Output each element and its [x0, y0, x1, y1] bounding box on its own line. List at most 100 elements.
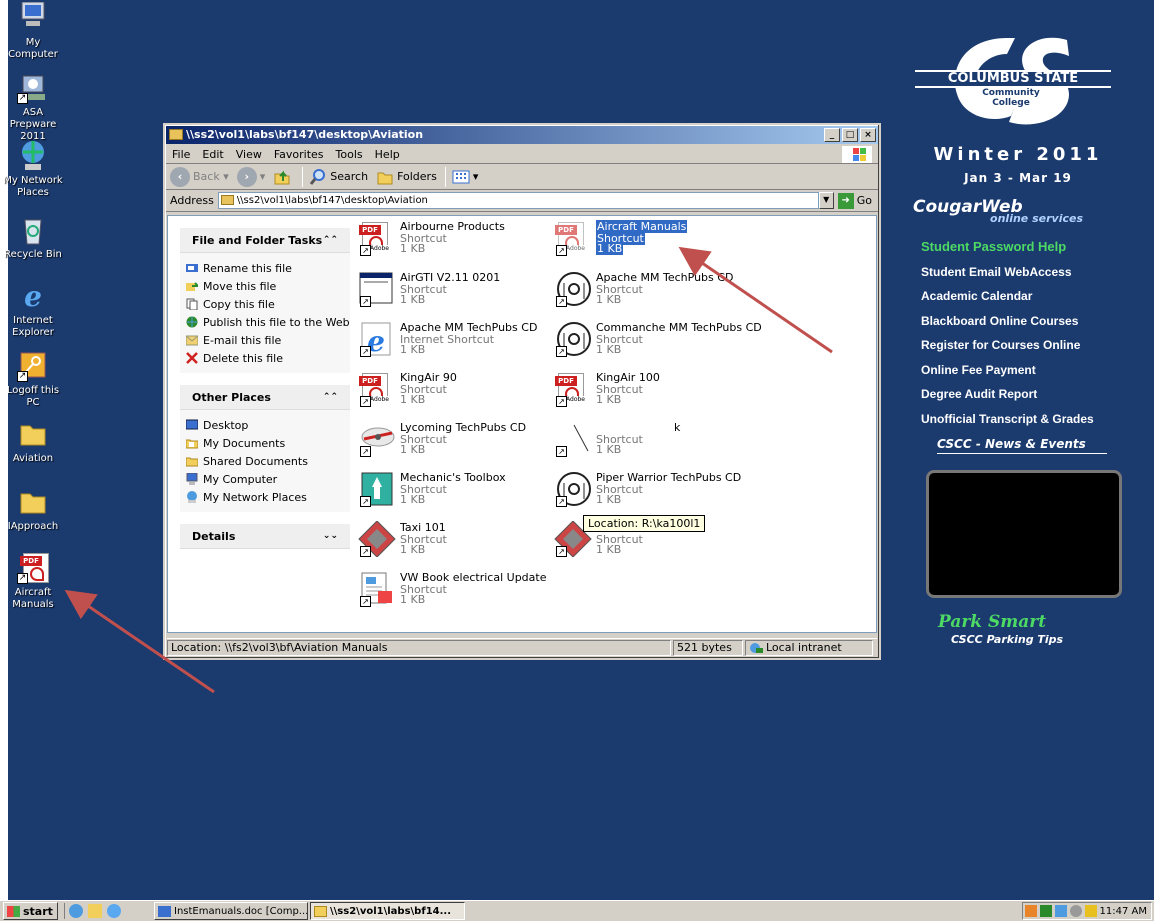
- file-item[interactable]: PDF Adobe ↗ Airbourne Products Shortcut 1 …: [358, 220, 548, 268]
- views-button[interactable]: ▾: [452, 168, 478, 186]
- cougarweb-links: Student Password Help Student Email WebA…: [913, 235, 1123, 431]
- file-item[interactable]: ↗ Apache MM TechPubs CD Shortcut 1 KB: [554, 271, 744, 319]
- task-delete[interactable]: Delete this file: [186, 349, 350, 367]
- menu-tools[interactable]: Tools: [336, 148, 363, 161]
- file-item-selected[interactable]: PDF Adobe ↗ Aircraft Manuals Shortcut 1 KB: [554, 220, 744, 268]
- email-icon: [186, 335, 198, 346]
- tray-network-icon[interactable]: [1054, 905, 1067, 917]
- menu-favorites[interactable]: Favorites: [274, 148, 324, 161]
- desktop-icon-aircraft-manuals[interactable]: PDF ↗ Aircraft Manuals: [0, 552, 66, 611]
- place-desktop[interactable]: Desktop: [186, 416, 350, 434]
- back-arrow-icon: ‹: [170, 166, 190, 187]
- menu-view[interactable]: View: [236, 148, 262, 161]
- link-student-password-help: Student Password Help: [921, 239, 1067, 254]
- task-pane: File and Folder Tasks ⌃⌃ Rename this fil…: [168, 216, 350, 632]
- maximize-button[interactable]: □: [842, 128, 858, 142]
- link-academic-calendar: Academic Calendar: [921, 289, 1033, 303]
- task-copy[interactable]: Copy this file: [186, 295, 350, 313]
- other-places-header[interactable]: Other Places ⌃⌃: [180, 385, 350, 410]
- explorer-folder-icon[interactable]: [88, 904, 102, 918]
- taskbar-button-word-doc[interactable]: InstEmanuals.doc [Comp...: [154, 902, 308, 920]
- details-header[interactable]: Details ⌄⌄: [180, 524, 350, 549]
- search-icon: [310, 168, 326, 185]
- folders-button[interactable]: Folders: [376, 168, 437, 186]
- cscc-logo: COLUMBUS STATE Community College: [913, 30, 1111, 130]
- pdf-icon: PDF Adobe ↗: [554, 220, 592, 256]
- internet-explorer-icon[interactable]: [107, 904, 121, 918]
- show-desktop-icon[interactable]: [69, 904, 83, 918]
- pdf-icon: PDF Adobe ↗: [358, 220, 396, 256]
- status-size: 521 bytes: [673, 639, 743, 656]
- file-folder-tasks-header[interactable]: File and Folder Tasks ⌃⌃: [180, 228, 350, 253]
- forward-button[interactable]: › ▾: [236, 166, 265, 187]
- folders-icon: [377, 172, 393, 184]
- file-item[interactable]: ↗ Piper Warrior TechPubs CD Shortcut 1 K…: [554, 471, 744, 519]
- quick-launch: [64, 903, 126, 919]
- file-item[interactable]: ↗ Taxi 101 Shortcut 1 KB: [358, 520, 548, 569]
- up-folder-button[interactable]: [273, 168, 294, 186]
- task-email[interactable]: E-mail this file: [186, 331, 350, 349]
- video-box: [926, 470, 1122, 598]
- place-shared-documents[interactable]: Shared Documents: [186, 452, 350, 470]
- up-folder-icon: [274, 170, 290, 184]
- file-item[interactable]: ↗ Lycoming TechPubs CD Shortcut 1 KB: [358, 421, 548, 469]
- menu-file[interactable]: File: [172, 148, 190, 161]
- cd-icon: ↗: [554, 471, 592, 507]
- diamond-icon: ↗: [358, 520, 396, 558]
- task-move[interactable]: Move this file: [186, 277, 350, 295]
- file-item[interactable]: PDF Adobe ↗ KingAir 90 Shortcut 1 KB: [358, 371, 548, 419]
- minimize-button[interactable]: _: [824, 128, 840, 142]
- link-unofficial-transcript: Unofficial Transcript & Grades: [921, 411, 1094, 426]
- file-item[interactable]: PDF Adobe ↗ KingAir 100 Shortcut 1 KB: [554, 371, 744, 419]
- system-tray: 11:47 AM: [1022, 902, 1152, 920]
- desktop-icon-aviation[interactable]: Aviation: [0, 418, 66, 465]
- file-item[interactable]: ↗ Mechanic's Toolbox Shortcut 1 KB: [358, 471, 548, 519]
- task-publish[interactable]: Publish this file to the Web: [186, 313, 350, 331]
- explorer-window[interactable]: \\ss2\vol1\labs\bf147\desktop\Aviation _…: [163, 123, 881, 660]
- tray-shield-icon[interactable]: [1039, 905, 1052, 917]
- file-item[interactable]: ↗ Commanche MM TechPubs CD Shortcut 1 KB: [554, 321, 762, 369]
- menu-help[interactable]: Help: [375, 148, 400, 161]
- address-label: Address: [170, 194, 214, 207]
- task-rename[interactable]: Rename this file: [186, 259, 350, 277]
- address-dropdown-button[interactable]: ▼: [818, 192, 834, 209]
- file-item[interactable]: e ↗ Apache MM TechPubs CD Internet Shortc…: [358, 321, 548, 369]
- taskbar-button-explorer[interactable]: \\ss2\vol1\labs\bf14...: [310, 902, 465, 920]
- desktop-icon: [186, 419, 198, 430]
- tray-volume-icon[interactable]: [1069, 905, 1082, 917]
- other-places-panel: Other Places ⌃⌃ Desktop My Documents Sha…: [180, 385, 350, 512]
- desktop-icon-recycle-bin[interactable]: Recycle Bin: [0, 214, 66, 261]
- address-input[interactable]: \\ss2\vol1\labs\bf147\desktop\Aviation: [217, 192, 819, 209]
- desktop-icon-asa-prepware[interactable]: ↗ ASA Prepware 2011: [0, 72, 66, 143]
- details-panel: Details ⌄⌄: [180, 524, 350, 549]
- start-button[interactable]: start: [3, 902, 58, 920]
- go-button[interactable]: ➜ Go: [837, 192, 872, 209]
- desktop-icon-logoff[interactable]: ↗ Logoff this PC: [0, 350, 66, 409]
- desktop-icon-my-computer[interactable]: My Computer: [0, 1, 66, 61]
- desktop-icon-my-network-places[interactable]: My Network Places: [0, 140, 66, 199]
- desktop-icon-internet-explorer[interactable]: e Internet Explorer: [0, 280, 66, 339]
- file-folder-tasks-panel: File and Folder Tasks ⌃⌃ Rename this fil…: [180, 228, 350, 373]
- desktop-icon-iapproach[interactable]: IApproach: [0, 486, 66, 533]
- application-window-icon: ↗: [358, 271, 396, 307]
- window-titlebar[interactable]: \\ss2\vol1\labs\bf147\desktop\Aviation _…: [166, 126, 878, 144]
- internet-explorer-icon: e: [17, 280, 49, 313]
- menu-edit[interactable]: Edit: [202, 148, 223, 161]
- windows-flag-icon: [842, 146, 872, 163]
- status-bar: Location: \\fs2\vol3\bf\Aviation Manuals…: [167, 638, 877, 656]
- back-button[interactable]: ‹ Back ▾: [170, 166, 229, 187]
- toolbar-separator: [302, 166, 304, 187]
- internet-shortcut-icon: e ↗: [358, 321, 396, 358]
- place-my-documents[interactable]: My Documents: [186, 434, 350, 452]
- search-button[interactable]: Search: [309, 168, 368, 186]
- place-my-computer[interactable]: My Computer: [186, 470, 350, 488]
- close-button[interactable]: ×: [860, 128, 876, 142]
- place-my-network-places[interactable]: My Network Places: [186, 488, 350, 506]
- tray-app-icon[interactable]: [1024, 905, 1037, 917]
- file-item[interactable]: ↗ AirGTI V2.11 0201 Shortcut 1 KB: [358, 271, 548, 319]
- rename-icon: [186, 264, 198, 272]
- file-item[interactable]: ↗ k Shortcut 1 KB: [554, 421, 744, 469]
- file-item[interactable]: ↗ VW Book electrical Update Shortcut 1 K…: [358, 571, 548, 619]
- folder-icon: [17, 486, 49, 518]
- tray-update-icon[interactable]: [1084, 905, 1097, 917]
